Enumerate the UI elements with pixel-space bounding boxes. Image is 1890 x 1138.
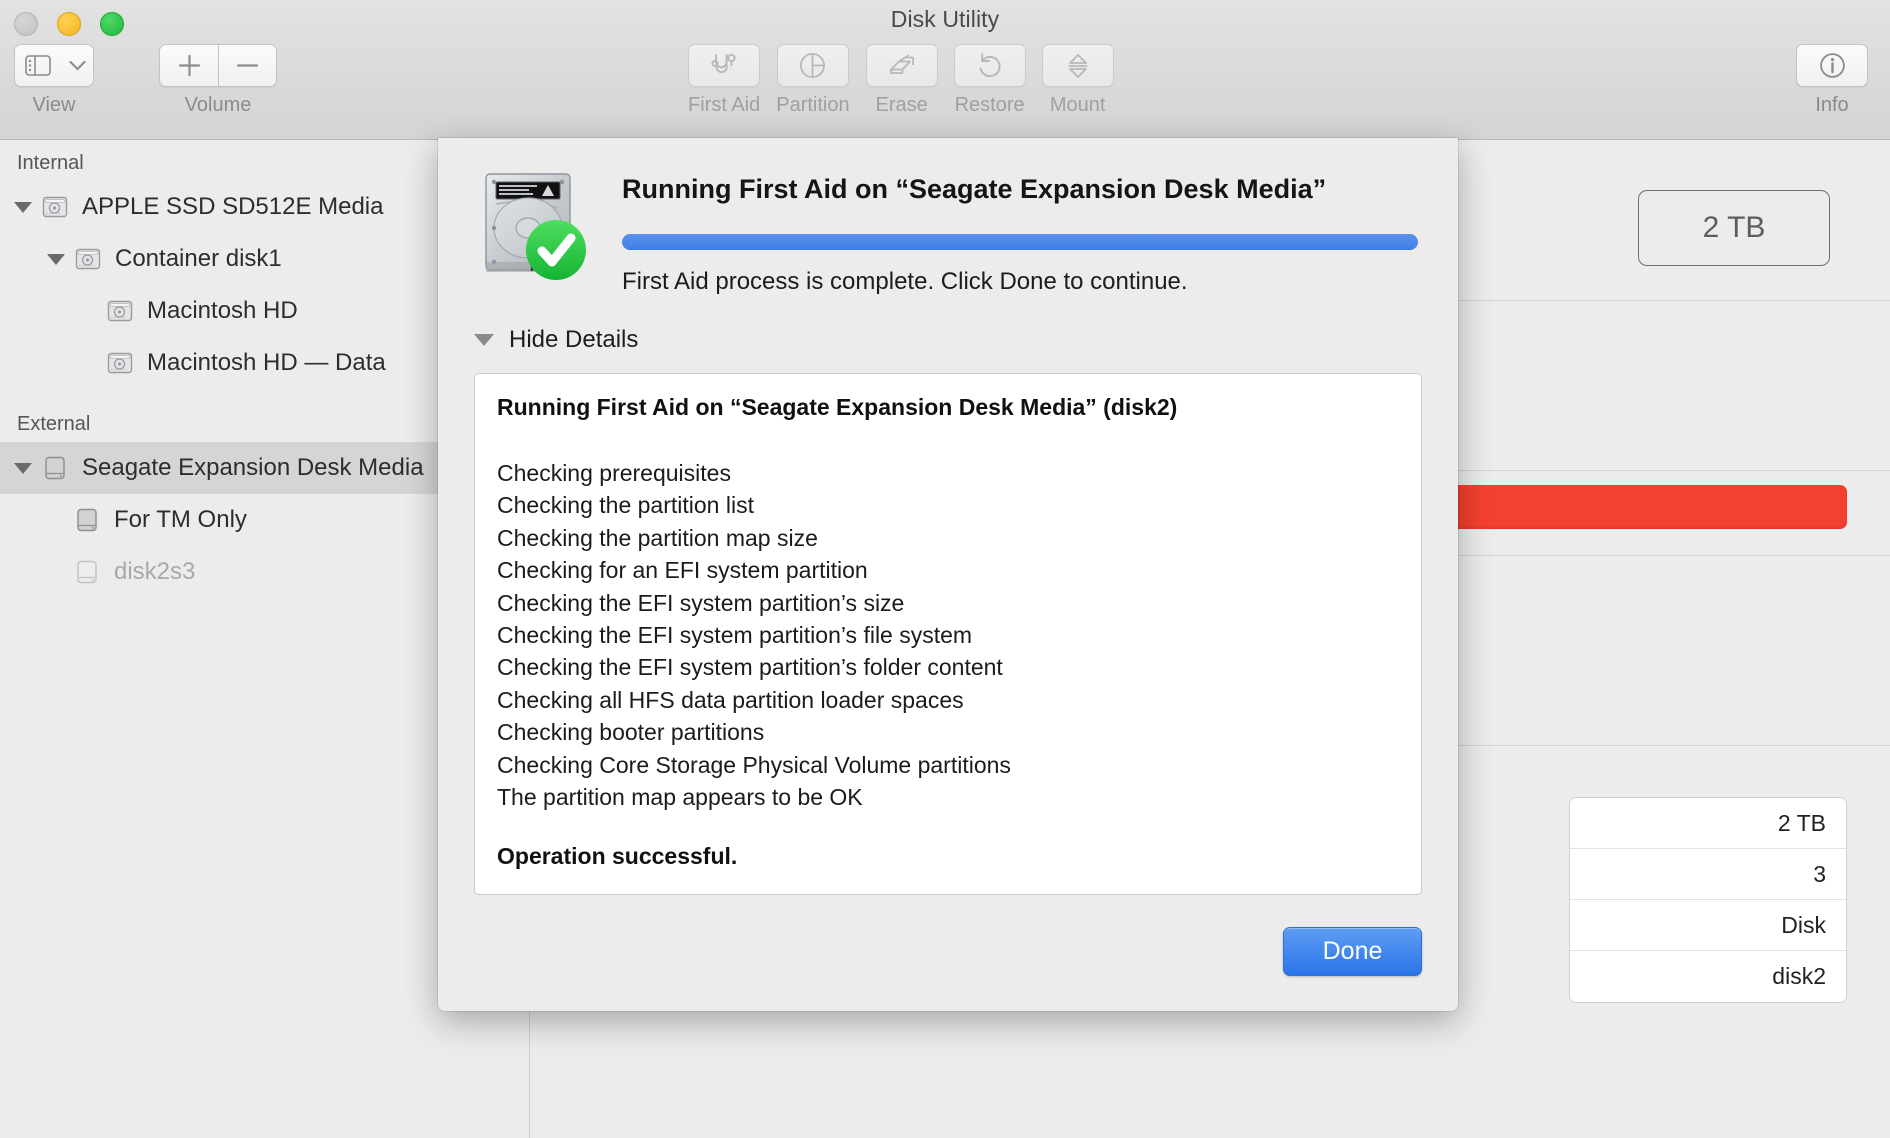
internal-drive-icon — [71, 245, 105, 273]
external-drive-icon — [38, 454, 72, 482]
plus-icon — [178, 54, 201, 77]
disclosure-triangle-icon[interactable] — [41, 253, 71, 265]
sidebar-item-label: Seagate Expansion Desk Media — [82, 454, 424, 481]
log-line: Checking booter partitions — [497, 719, 765, 746]
view-button[interactable] — [14, 44, 94, 87]
erase-button[interactable] — [865, 44, 938, 87]
done-button[interactable]: Done — [1283, 927, 1422, 976]
table-row: disk2 — [1570, 951, 1846, 1002]
log-title: Running First Aid on “Seagate Expansion … — [497, 394, 1178, 420]
undo-arrow-icon — [976, 52, 1003, 79]
internal-drive-icon — [103, 297, 137, 325]
chevron-down-icon — [61, 60, 93, 71]
log-final-status: Operation successful. — [497, 843, 738, 870]
eject-icon — [1066, 53, 1090, 79]
remove-volume-button[interactable] — [218, 44, 277, 87]
log-line: Checking the EFI system partition’s file… — [497, 622, 973, 649]
first-aid-log[interactable]: Running First Aid on “Seagate Expansion … — [474, 373, 1422, 895]
stethoscope-icon — [710, 53, 738, 79]
green-check-icon — [526, 220, 586, 280]
erase-icon — [888, 53, 916, 79]
mount-button[interactable] — [1041, 44, 1114, 87]
sidebar-icon — [15, 55, 61, 76]
hard-disk-icon — [474, 166, 592, 284]
info-value: Disk — [1781, 911, 1826, 938]
log-line: Checking for an EFI system partition — [497, 557, 868, 584]
progress-fill — [622, 234, 1418, 250]
info-value: 3 — [1813, 860, 1826, 887]
sidebar-item-label: Container disk1 — [115, 245, 282, 272]
toolbar-item-mount[interactable]: Mount — [1041, 44, 1114, 117]
sidebar-item-label: APPLE SSD SD512E Media — [82, 193, 384, 220]
toolbar-item-erase[interactable]: Erase — [865, 44, 938, 117]
sidebar-item-label: Macintosh HD — [147, 297, 298, 324]
first-aid-button[interactable] — [688, 44, 761, 87]
progress-bar — [622, 234, 1418, 250]
sheet-heading: Running First Aid on “Seagate Expansion … — [622, 174, 1327, 204]
minus-icon — [236, 54, 259, 77]
toolbar-item-partition[interactable]: Partition — [776, 44, 850, 117]
sidebar-item-label: Macintosh HD — Data — [147, 349, 386, 376]
sidebar-item-label: disk2s3 — [114, 558, 196, 585]
window-toolbar: Disk Utility View Volume First Aid Parti… — [0, 0, 1890, 140]
first-aid-sheet: Running First Aid on “Seagate Expansion … — [438, 138, 1458, 1011]
external-drive-icon — [70, 506, 104, 534]
disclosure-triangle-icon[interactable] — [8, 462, 38, 474]
info-circle-icon — [1819, 52, 1846, 79]
info-value: 2 TB — [1777, 809, 1826, 836]
partition-button[interactable] — [776, 44, 849, 87]
capacity-badge: 2 TB — [1638, 190, 1830, 266]
toolbar-item-first-aid[interactable]: First Aid — [688, 44, 760, 117]
erase-label: Erase — [875, 94, 928, 116]
log-line: Checking the partition list — [497, 492, 754, 519]
window-title: Disk Utility — [890, 6, 1000, 32]
mount-label: Mount — [1049, 94, 1106, 116]
table-row: 3 — [1570, 849, 1846, 900]
sheet-subtitle: First Aid process is complete. Click Don… — [622, 268, 1188, 295]
volume-info-table: 2 TB 3 Disk disk2 — [1569, 797, 1847, 1003]
volume-label: Volume — [184, 94, 252, 116]
table-row: Disk — [1570, 900, 1846, 951]
disclosure-triangle-icon[interactable] — [8, 201, 38, 213]
log-line: Checking the EFI system partition’s fold… — [497, 654, 1003, 681]
view-label: View — [32, 94, 76, 116]
disk-utility-window: Disk Utility View Volume First Aid Parti… — [0, 0, 1890, 1138]
first-aid-label: First Aid — [688, 94, 761, 116]
internal-drive-icon — [38, 193, 72, 221]
log-line: The partition map appears to be OK — [497, 784, 863, 811]
table-row: 2 TB — [1570, 798, 1846, 849]
info-button[interactable] — [1796, 44, 1868, 87]
sidebar-item-label: For TM Only — [114, 506, 247, 533]
internal-drive-icon — [103, 349, 137, 377]
restore-label: Restore — [954, 94, 1025, 116]
log-line: Checking prerequisites — [497, 460, 731, 486]
hide-details-label: Hide Details — [509, 326, 639, 353]
hide-details-toggle[interactable]: Hide Details — [474, 326, 638, 354]
add-volume-button[interactable] — [159, 44, 218, 87]
log-line: Checking all HFS data partition loader s… — [497, 686, 964, 713]
info-value: disk2 — [1772, 963, 1826, 989]
pie-chart-icon — [799, 52, 826, 79]
toolbar-group-actions: First Aid Partition Erase Restore Mount — [688, 44, 1114, 117]
partition-label: Partition — [776, 94, 850, 116]
info-label: Info — [1815, 94, 1849, 116]
log-line: Checking the partition map size — [497, 524, 818, 551]
disclosure-triangle-icon — [474, 334, 494, 346]
toolbar-item-restore[interactable]: Restore — [953, 44, 1026, 117]
log-line: Checking Core Storage Physical Volume pa… — [497, 751, 1011, 778]
external-drive-icon — [70, 558, 104, 586]
toolbar-group-volume: Volume — [159, 44, 277, 117]
log-line: Checking the EFI system partition’s size — [497, 589, 905, 616]
restore-button[interactable] — [953, 44, 1026, 87]
toolbar-group-info: Info — [1796, 44, 1868, 117]
toolbar-group-view: View — [14, 44, 94, 117]
